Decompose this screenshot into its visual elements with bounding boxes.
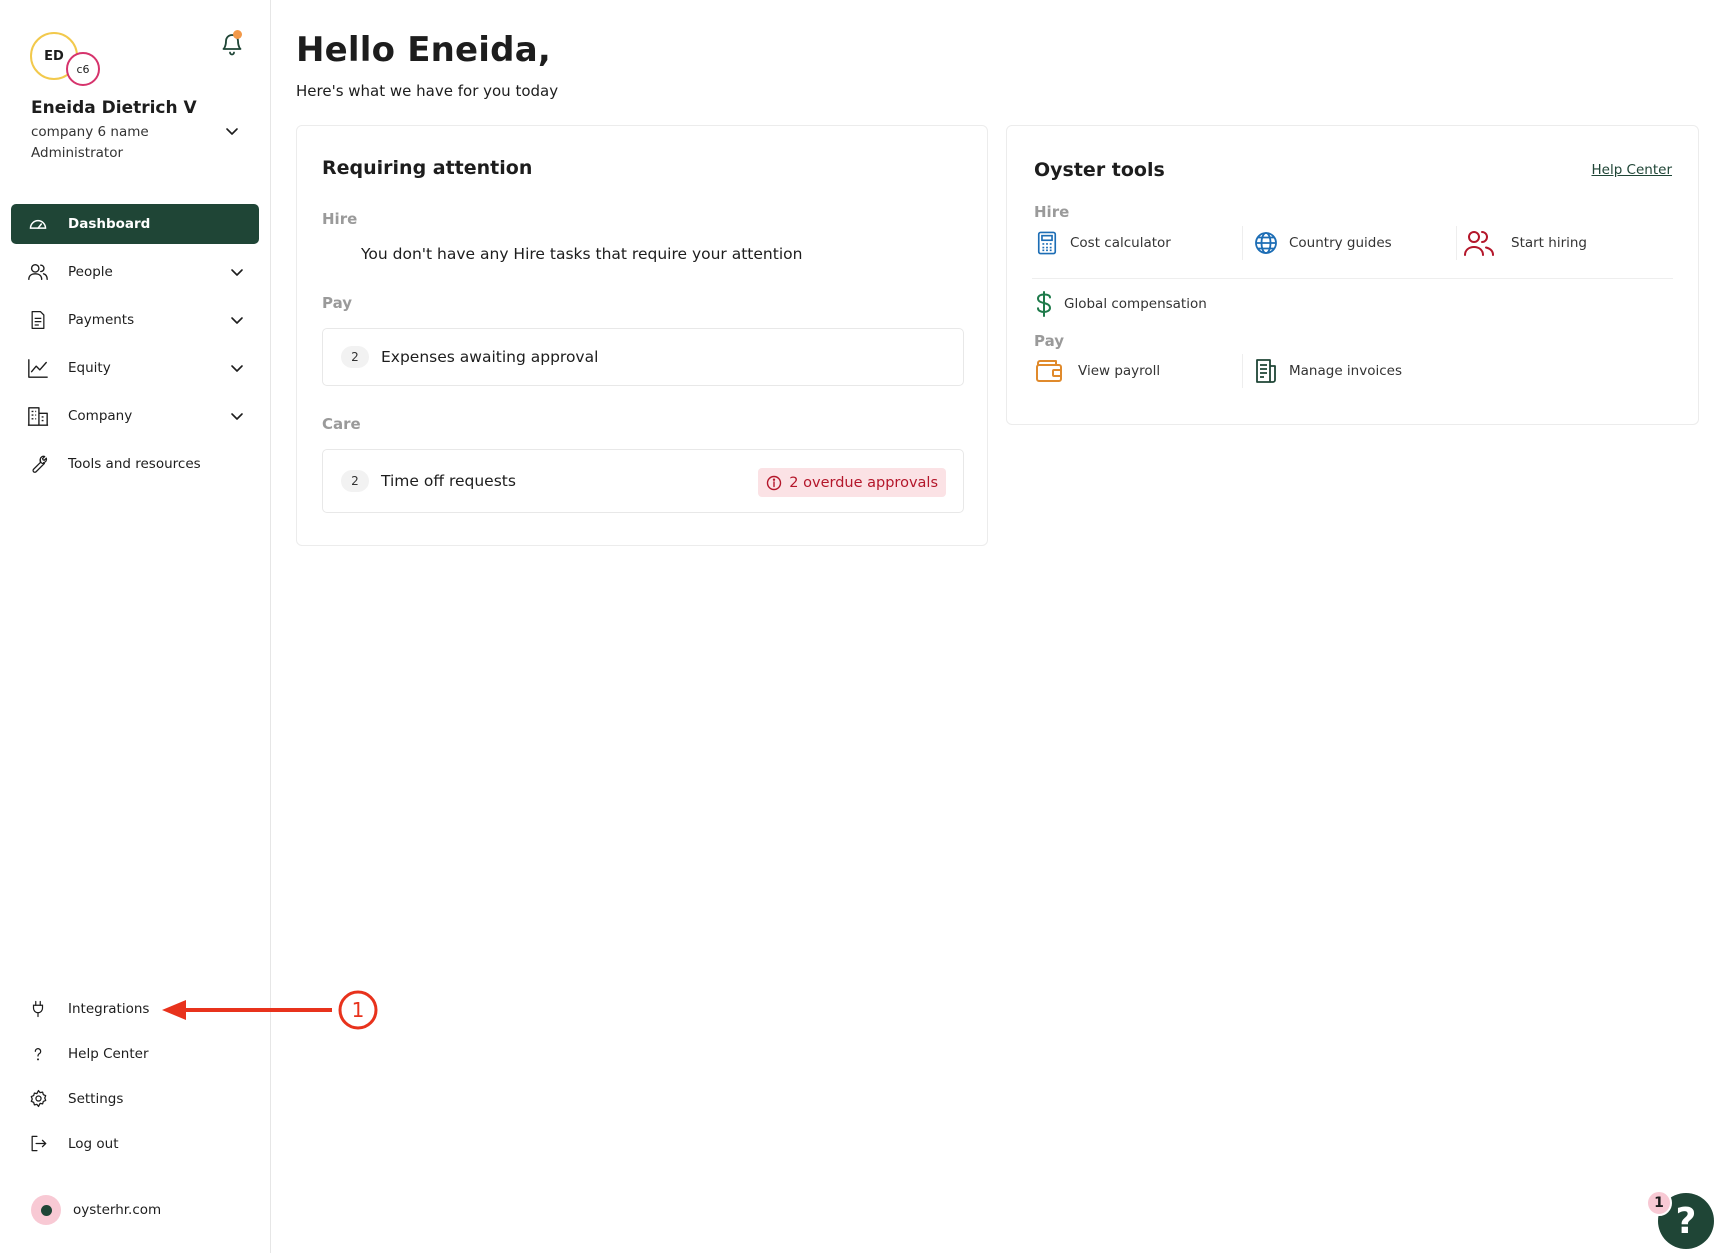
building-icon	[27, 405, 49, 427]
task-label: Time off requests	[381, 472, 516, 490]
chevron-down-icon	[231, 413, 243, 420]
task-time-off-requests[interactable]: 2 Time off requests 2 overdue approvals	[322, 449, 964, 513]
task-count: 2	[341, 346, 369, 368]
divider	[1242, 354, 1243, 388]
task-count: 2	[341, 470, 369, 492]
chevron-down-icon	[231, 317, 243, 324]
section-label-hire: Hire	[1034, 203, 1070, 221]
overdue-badge: 2 overdue approvals	[758, 468, 946, 497]
annotation-arrow: 1	[162, 990, 378, 1030]
nav-item-label: Log out	[68, 1135, 119, 1152]
gear-icon	[27, 1088, 49, 1110]
tool-view-payroll[interactable]: View payroll	[1034, 358, 1160, 384]
company-avatar: c6	[66, 52, 100, 86]
nav-item-tools-and-resources[interactable]: Tools and resources	[11, 444, 259, 484]
section-label-care: Care	[322, 415, 361, 433]
logout-icon	[27, 1133, 49, 1155]
tool-label: Cost calculator	[1070, 235, 1171, 251]
account-switch-chevron-down-icon[interactable]	[224, 123, 240, 139]
people-icon	[27, 261, 49, 283]
chevron-down-icon	[231, 269, 243, 276]
hire-empty-message: You don't have any Hire tasks that requi…	[361, 245, 803, 263]
calculator-icon	[1034, 230, 1060, 256]
overdue-badge-label: 2 overdue approvals	[789, 474, 938, 491]
user-company: company 6 name	[31, 124, 149, 140]
account-avatars[interactable]: ED c6	[30, 32, 102, 86]
card-title: Oyster tools	[1034, 159, 1165, 181]
user-name: Eneida Dietrich V	[31, 98, 197, 118]
nav-item-label: Equity	[68, 360, 111, 376]
tool-label: Global compensation	[1064, 296, 1207, 312]
nav-item-people[interactable]: People	[11, 252, 259, 292]
oyster-tools-card: Oyster tools Help Center Hire Cost calcu…	[1006, 125, 1699, 425]
task-expenses-awaiting-approval[interactable]: 2 Expenses awaiting approval	[322, 328, 964, 386]
tool-cost-calculator[interactable]: Cost calculator	[1034, 230, 1171, 256]
dashboard-gauge-icon	[27, 213, 49, 235]
chevron-down-icon	[231, 365, 243, 372]
nav-item-payments[interactable]: Payments	[11, 300, 259, 340]
section-label-pay: Pay	[1034, 332, 1065, 350]
main-nav: Dashboard People Payments Equity Company…	[11, 204, 259, 492]
help-center-link[interactable]: Help Center	[1591, 162, 1672, 178]
document-icon	[27, 309, 49, 331]
invoice-icon	[1253, 358, 1279, 384]
page-title: Hello Eneida,	[296, 30, 551, 70]
dollar-icon	[1034, 291, 1054, 317]
people-add-icon	[1463, 228, 1495, 258]
tool-label: View payroll	[1078, 363, 1161, 379]
globe-icon	[1253, 230, 1279, 256]
line-chart-icon	[27, 357, 49, 379]
question-icon	[27, 1043, 49, 1065]
page-subtitle: Here's what we have for you today	[296, 82, 559, 100]
tool-label: Manage invoices	[1289, 363, 1402, 379]
nav-item-label: Tools and resources	[68, 456, 201, 472]
user-role: Administrator	[31, 145, 124, 161]
nav-item-company[interactable]: Company	[11, 396, 259, 436]
tool-start-hiring[interactable]: Start hiring	[1463, 228, 1587, 258]
tool-label: Start hiring	[1511, 235, 1588, 251]
task-label: Expenses awaiting approval	[381, 348, 599, 366]
wallet-icon	[1034, 358, 1064, 384]
divider	[1456, 226, 1457, 260]
annotation-number: 1	[352, 998, 365, 1022]
tool-label: Country guides	[1289, 235, 1392, 251]
nav-item-label: Payments	[68, 312, 135, 328]
tool-country-guides[interactable]: Country guides	[1253, 230, 1392, 256]
card-title: Requiring attention	[322, 157, 533, 179]
nav-item-label: Integrations	[68, 1000, 150, 1017]
nav-item-label: Help Center	[68, 1045, 149, 1062]
nav-item-label: Settings	[68, 1090, 124, 1107]
info-circle-icon	[767, 475, 782, 490]
nav-item-label: Company	[68, 408, 133, 424]
divider	[1242, 226, 1243, 260]
notification-dot	[233, 30, 242, 39]
site-link[interactable]: oysterhr.com	[31, 1195, 161, 1225]
nav-item-settings[interactable]: Settings	[11, 1080, 259, 1117]
site-link-label: oysterhr.com	[73, 1202, 162, 1218]
oyster-logo-icon	[31, 1195, 61, 1225]
help-widget-question-icon: ?	[1675, 1200, 1697, 1242]
section-label-pay: Pay	[322, 294, 353, 312]
divider	[1032, 278, 1673, 279]
nav-item-label: People	[68, 264, 113, 280]
plug-icon	[27, 998, 49, 1020]
wrench-icon	[27, 453, 49, 475]
tool-global-compensation[interactable]: Global compensation	[1034, 291, 1207, 317]
nav-item-log-out[interactable]: Log out	[11, 1125, 259, 1162]
requiring-attention-card: Requiring attention Hire You don't have …	[296, 125, 988, 546]
sidebar: ED c6 Eneida Dietrich V company 6 name A…	[0, 0, 271, 1253]
nav-item-help-center[interactable]: Help Center	[11, 1035, 259, 1072]
section-label-hire: Hire	[322, 210, 358, 228]
tool-manage-invoices[interactable]: Manage invoices	[1253, 358, 1402, 384]
help-widget-count-badge: 1	[1646, 1190, 1672, 1216]
nav-item-label: Dashboard	[68, 216, 151, 232]
nav-item-equity[interactable]: Equity	[11, 348, 259, 388]
nav-item-dashboard[interactable]: Dashboard	[11, 204, 259, 244]
